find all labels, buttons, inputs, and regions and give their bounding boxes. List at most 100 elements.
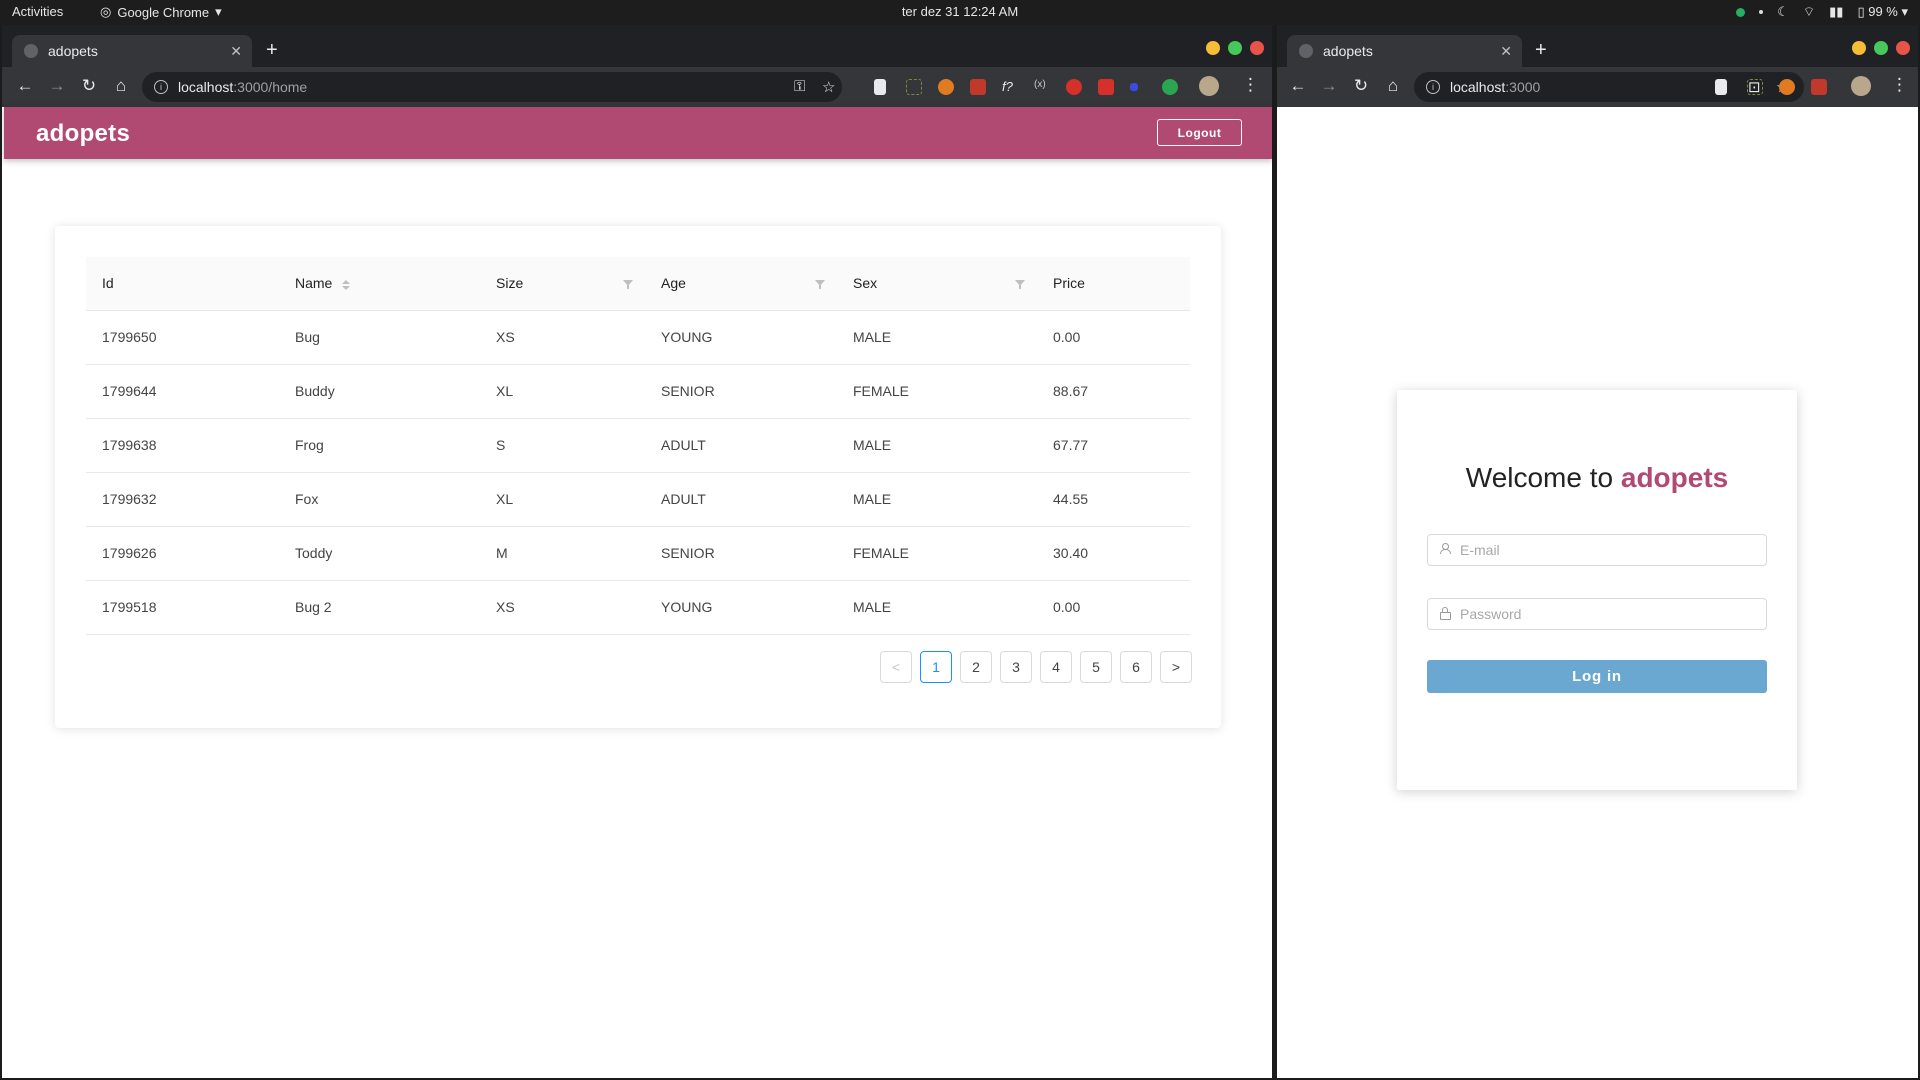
close-window-button[interactable] [1250,41,1264,55]
sort-icon[interactable] [342,279,351,290]
filter-icon[interactable] [623,280,633,289]
extension-orange-icon[interactable] [938,79,954,95]
cell-id: 1799644 [86,364,279,419]
extension-pen-icon[interactable] [874,79,886,95]
extension-blue-icon[interactable] [1130,83,1138,91]
extension-pen-icon[interactable] [1715,79,1727,95]
cell-sex: MALE [837,418,1037,473]
browser-toolbar: ← → ↻ ⌂ i localhost:3000 ⊡ ☆ ⋮ [1277,67,1918,107]
close-tab-icon[interactable]: ✕ [230,43,242,60]
minimize-window-button[interactable] [1206,41,1220,55]
url-path: :3000 [1505,79,1541,95]
key-icon[interactable]: ⚿ [794,78,805,95]
extension-lastpass-icon[interactable] [1066,79,1082,95]
tab-adopets[interactable]: adopets ✕ [12,35,252,67]
table-row[interactable]: 1799650 Bug XS YOUNG MALE 0.00 [86,310,1190,365]
site-info-icon[interactable]: i [1426,80,1440,94]
clock[interactable]: ter dez 31 12:24 AM [902,4,1018,19]
email-input[interactable] [1460,542,1760,558]
close-window-button[interactable] [1896,41,1910,55]
site-info-icon[interactable]: i [154,80,168,94]
chrome-menu-icon[interactable]: ⋮ [1891,75,1908,95]
table-row[interactable]: 1799518 Bug 2 XS YOUNG MALE 0.00 [86,580,1190,635]
pagination-page-button[interactable]: 2 [960,651,992,683]
email-field[interactable] [1427,534,1767,566]
login-title-brand: adopets [1620,462,1729,493]
maximize-window-button[interactable] [1874,41,1888,55]
minimize-window-button[interactable] [1852,41,1866,55]
reload-icon[interactable]: ↻ [78,76,100,96]
extension-orange-icon[interactable] [1779,79,1795,95]
filter-icon[interactable] [815,280,825,289]
brand-logo[interactable]: adopets [36,120,130,148]
table-row[interactable]: 1799632 Fox XL ADULT MALE 44.55 [86,472,1190,527]
chrome-menu-icon[interactable]: ⋮ [1242,75,1259,95]
back-icon[interactable]: ← [14,76,36,96]
back-icon[interactable]: ← [1287,76,1309,96]
table-row[interactable]: 1799626 Toddy M SENIOR FEMALE 30.40 [86,526,1190,581]
cell-name: Frog [279,418,480,473]
password-field[interactable] [1427,598,1767,630]
pagination-next-button[interactable]: > [1160,651,1192,683]
user-icon [1440,543,1451,554]
forward-icon[interactable]: → [1318,76,1340,96]
tab-adopets[interactable]: adopets ✕ [1287,35,1522,67]
extension-brackets-icon[interactable]: (x) [1034,79,1050,95]
forward-icon[interactable]: → [46,76,68,96]
filter-icon[interactable] [1015,280,1025,289]
extension-green-icon[interactable] [1162,79,1178,95]
system-tray[interactable]: ☾ ⌔ ▮▮ ▯ 99 % ▾ [1736,4,1908,20]
profile-avatar-icon[interactable] [1851,76,1871,96]
pagination-page-button[interactable]: 4 [1040,651,1072,683]
pagination-page-button[interactable]: 1 [920,651,952,683]
tab-title: adopets [48,43,98,59]
reload-icon[interactable]: ↻ [1350,76,1372,96]
extension-crop-icon[interactable] [1747,79,1763,95]
extension-crop-icon[interactable] [906,79,922,95]
indicator-dot-icon [1759,10,1764,14]
home-icon[interactable]: ⌂ [1382,76,1404,96]
home-icon[interactable]: ⌂ [110,76,132,96]
cell-age: YOUNG [645,310,837,365]
column-header-name[interactable]: Name [279,257,480,311]
cell-name: Bug 2 [279,580,480,635]
bookmark-star-icon[interactable]: ☆ [822,78,835,96]
profile-avatar-icon[interactable] [1199,76,1219,96]
column-header-label: Name [295,275,333,292]
close-tab-icon[interactable]: ✕ [1500,43,1512,60]
cell-sex: MALE [837,310,1037,365]
table-row[interactable]: 1799644 Buddy XL SENIOR FEMALE 88.67 [86,364,1190,419]
pagination-page-button[interactable]: 3 [1000,651,1032,683]
extension-video-icon[interactable] [1098,79,1114,95]
address-bar[interactable]: i localhost:3000/home ⚿ ☆ [142,72,842,102]
login-button[interactable]: Log in [1427,660,1767,693]
table-row[interactable]: 1799638 Frog S ADULT MALE 67.77 [86,418,1190,473]
new-tab-icon[interactable]: + [1535,39,1547,62]
extension-red-icon[interactable] [970,79,986,95]
pets-table-card: Id Name Size Age Sex Price 1799650 Bug X… [55,226,1221,728]
pagination-page-button[interactable]: 6 [1120,651,1152,683]
pagination: < 1 2 3 4 5 6 > [880,651,1192,683]
battery-label: 99 % [1868,4,1898,19]
pagination-page-button[interactable]: 5 [1080,651,1112,683]
logout-button[interactable]: Logout [1157,119,1242,146]
maximize-window-button[interactable] [1228,41,1242,55]
volume-icon: ▮▮ [1829,4,1844,19]
new-tab-icon[interactable]: + [266,39,278,62]
pagination-prev-button[interactable]: < [880,651,912,683]
cell-age: SENIOR [645,526,837,581]
pets-table: Id Name Size Age Sex Price 1799650 Bug X… [86,257,1190,635]
password-input[interactable] [1460,606,1760,622]
cell-sex: FEMALE [837,364,1037,419]
extension-formula-icon[interactable]: f? [1002,79,1018,95]
activities-button[interactable]: Activities [12,4,63,19]
login-card: Welcome to adopets Log in [1397,390,1797,790]
address-bar[interactable]: i localhost:3000 ⊡ ☆ [1414,72,1804,102]
column-header-label: Size [496,275,524,292]
column-header-sex: Sex [837,257,1037,311]
url-host: localhost [178,79,234,95]
cell-name: Buddy [279,364,480,419]
app-menu[interactable]: ◎ Google Chrome ▾ [100,4,222,20]
cell-id: 1799650 [86,310,279,365]
extension-red-icon[interactable] [1811,79,1827,95]
